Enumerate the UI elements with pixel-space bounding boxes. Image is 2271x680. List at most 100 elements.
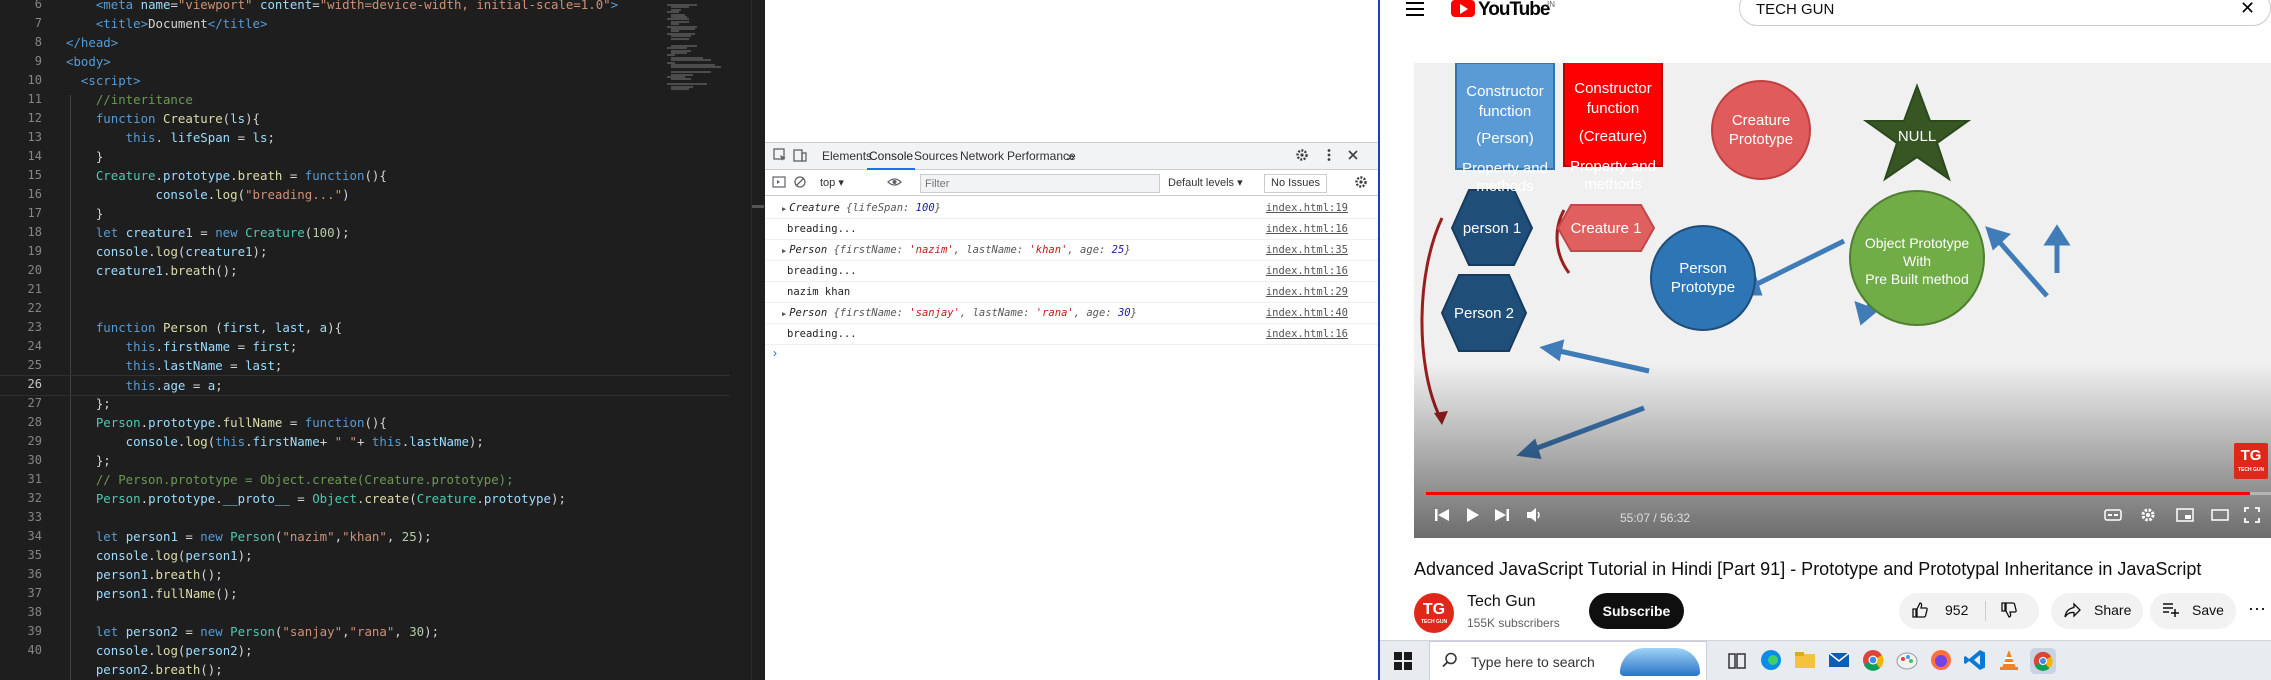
tab-elements[interactable]: Elements	[820, 143, 874, 170]
code-line[interactable]: <body>	[66, 52, 111, 71]
code-area[interactable]: <meta name="viewport" content="width=dev…	[0, 0, 730, 680]
code-line[interactable]: let person2 = new Person("sanjay","rana"…	[66, 622, 439, 641]
sidebar-toggle-icon[interactable]	[771, 175, 787, 191]
tab-console[interactable]: Console	[867, 143, 916, 170]
console-message[interactable]: breading... index.html:16	[765, 324, 1378, 345]
code-line[interactable]: Creature.prototype.breath = function(){	[66, 166, 387, 185]
expand-triangle-icon[interactable]: ▶	[782, 310, 786, 318]
code-line[interactable]: person2.breath();	[66, 660, 223, 679]
channel-watermark[interactable]: TG TECH GUN	[2234, 443, 2268, 479]
console-message[interactable]: ▶ Creature {lifeSpan: 100} index.html:19	[765, 198, 1378, 219]
vscode-icon[interactable]	[1962, 648, 1988, 674]
more-actions-button[interactable]: ⋯	[2243, 593, 2271, 629]
code-line[interactable]: // Person.prototype = Object.create(Crea…	[66, 470, 514, 489]
code-line[interactable]: console.log(this.firstName+ " "+ this.la…	[66, 432, 484, 451]
code-line[interactable]: }	[66, 204, 103, 223]
clear-console-icon[interactable]	[792, 175, 808, 191]
settings-icon[interactable]	[2140, 507, 2156, 526]
code-line[interactable]: this.age = a;	[0, 375, 730, 396]
code-line[interactable]: person1.breath();	[66, 565, 223, 584]
code-line[interactable]: this. lifeSpan = ls;	[66, 128, 275, 147]
progress-bar[interactable]	[1426, 492, 2271, 495]
code-editor[interactable]: 6 7 8 9 10 11 12 13 14 15 16 17 18 19 20 21 22 23 24 25 26 27…	[0, 0, 765, 680]
code-line[interactable]: console.log(person1);	[66, 546, 253, 565]
clear-search-icon[interactable]: ✕	[2240, 0, 2255, 19]
console-message[interactable]: breading... index.html:16	[765, 261, 1378, 282]
source-link[interactable]: index.html:16	[1266, 261, 1348, 282]
like-icon[interactable]	[1911, 601, 1929, 624]
inspect-element-icon[interactable]	[772, 148, 788, 164]
code-line[interactable]: </head>	[66, 33, 118, 52]
youtube-logo-text[interactable]: YouTube	[1478, 0, 1550, 21]
channel-name[interactable]: Tech Gun	[1467, 593, 1535, 611]
console-message[interactable]: ▶ Person {firstName: 'nazim', lastName: '…	[765, 240, 1378, 261]
subscribe-button[interactable]: Subscribe	[1589, 593, 1684, 629]
console-filter-input[interactable]	[920, 174, 1160, 193]
source-link[interactable]: index.html:40	[1266, 303, 1348, 324]
source-link[interactable]: index.html:29	[1266, 282, 1348, 303]
console-message[interactable]: ▶ Person {firstName: 'sanjay', lastName: …	[765, 303, 1378, 324]
code-line[interactable]: }	[66, 147, 103, 166]
code-line[interactable]: person1.fullName();	[66, 584, 238, 603]
code-line[interactable]: function Creature(ls){	[66, 109, 260, 128]
miniplayer-icon[interactable]	[2176, 507, 2194, 526]
previous-icon[interactable]	[1434, 507, 1450, 526]
volume-icon[interactable]	[1526, 507, 1542, 526]
share-button[interactable]: Share	[2051, 593, 2143, 629]
firefox-icon[interactable]	[1928, 648, 1954, 674]
more-options-icon[interactable]	[1321, 148, 1337, 164]
fullscreen-icon[interactable]	[2244, 507, 2260, 526]
code-line[interactable]: creature1.breath();	[66, 261, 238, 280]
code-line[interactable]: <title>Document</title>	[66, 14, 268, 33]
search-input[interactable]: TECH GUN	[1756, 1, 1834, 18]
file-explorer-icon[interactable]	[1792, 648, 1818, 674]
code-line[interactable]: //interitance	[66, 90, 193, 109]
code-line[interactable]: console.log(person2);	[66, 641, 253, 660]
code-line[interactable]: function Person (first, last, a){	[66, 318, 342, 337]
device-toolbar-icon[interactable]	[792, 148, 808, 164]
tab-network[interactable]: Network	[958, 143, 1006, 170]
chrome-active-icon[interactable]	[2030, 648, 2056, 674]
channel-avatar[interactable]: TG TECH GUN	[1414, 593, 1454, 633]
code-line[interactable]: console.log("breading...")	[66, 185, 350, 204]
settings-gear-icon[interactable]	[1294, 148, 1310, 164]
mail-icon[interactable]	[1826, 648, 1852, 674]
code-line[interactable]: this.lastName = last;	[66, 356, 283, 375]
subtitles-icon[interactable]	[2104, 507, 2122, 526]
code-line[interactable]: console.log(creature1);	[66, 242, 268, 261]
source-link[interactable]: index.html:35	[1266, 240, 1348, 261]
code-line[interactable]: <script>	[66, 71, 141, 90]
source-link[interactable]: index.html:16	[1266, 219, 1348, 240]
editor-scroll-thumb[interactable]	[752, 205, 764, 208]
expand-triangle-icon[interactable]: ▶	[782, 205, 786, 213]
eye-icon[interactable]	[886, 175, 902, 191]
code-line[interactable]: this.firstName = first;	[66, 337, 298, 356]
task-view-icon[interactable]	[1724, 648, 1750, 674]
code-line[interactable]: let person1 = new Person("nazim","khan",…	[66, 527, 432, 546]
hamburger-menu-icon[interactable]	[1406, 0, 1426, 20]
issues-button[interactable]: No Issues	[1264, 174, 1327, 193]
code-line[interactable]: Person.prototype.__proto__ = Object.crea…	[66, 489, 566, 508]
play-icon[interactable]	[1464, 507, 1480, 526]
console-settings-gear-icon[interactable]	[1353, 175, 1369, 191]
source-link[interactable]: index.html:19	[1266, 198, 1348, 219]
code-line[interactable]: let creature1 = new Creature(100);	[66, 223, 350, 242]
close-devtools-icon[interactable]	[1345, 148, 1361, 164]
console-message[interactable]: nazim khan index.html:29	[765, 282, 1378, 303]
expand-triangle-icon[interactable]: ▶	[782, 247, 786, 255]
paint-icon[interactable]	[1894, 648, 1920, 674]
edge-icon[interactable]	[1758, 648, 1784, 674]
next-icon[interactable]	[1494, 507, 1510, 526]
code-line[interactable]: Person.prototype.fullName = function(){	[66, 413, 387, 432]
code-line[interactable]: <meta name="viewport" content="width=dev…	[66, 0, 618, 14]
console-message-text[interactable]: ▶ Creature {lifeSpan: 100}	[782, 198, 941, 220]
dislike-icon[interactable]	[2000, 601, 2018, 624]
log-levels-dropdown[interactable]: Default levels ▾	[1168, 175, 1243, 192]
video-player[interactable]: Constructor function (Person) Property a…	[1414, 63, 2271, 538]
more-tabs-button[interactable]: »	[1065, 143, 1077, 170]
console-message-text[interactable]: ▶ Person {firstName: 'nazim', lastName: '…	[782, 240, 1131, 262]
save-button[interactable]: Save	[2150, 593, 2236, 629]
theater-mode-icon[interactable]	[2211, 507, 2229, 526]
console-prompt[interactable]: ›	[773, 346, 777, 360]
source-link[interactable]: index.html:16	[1266, 324, 1348, 345]
